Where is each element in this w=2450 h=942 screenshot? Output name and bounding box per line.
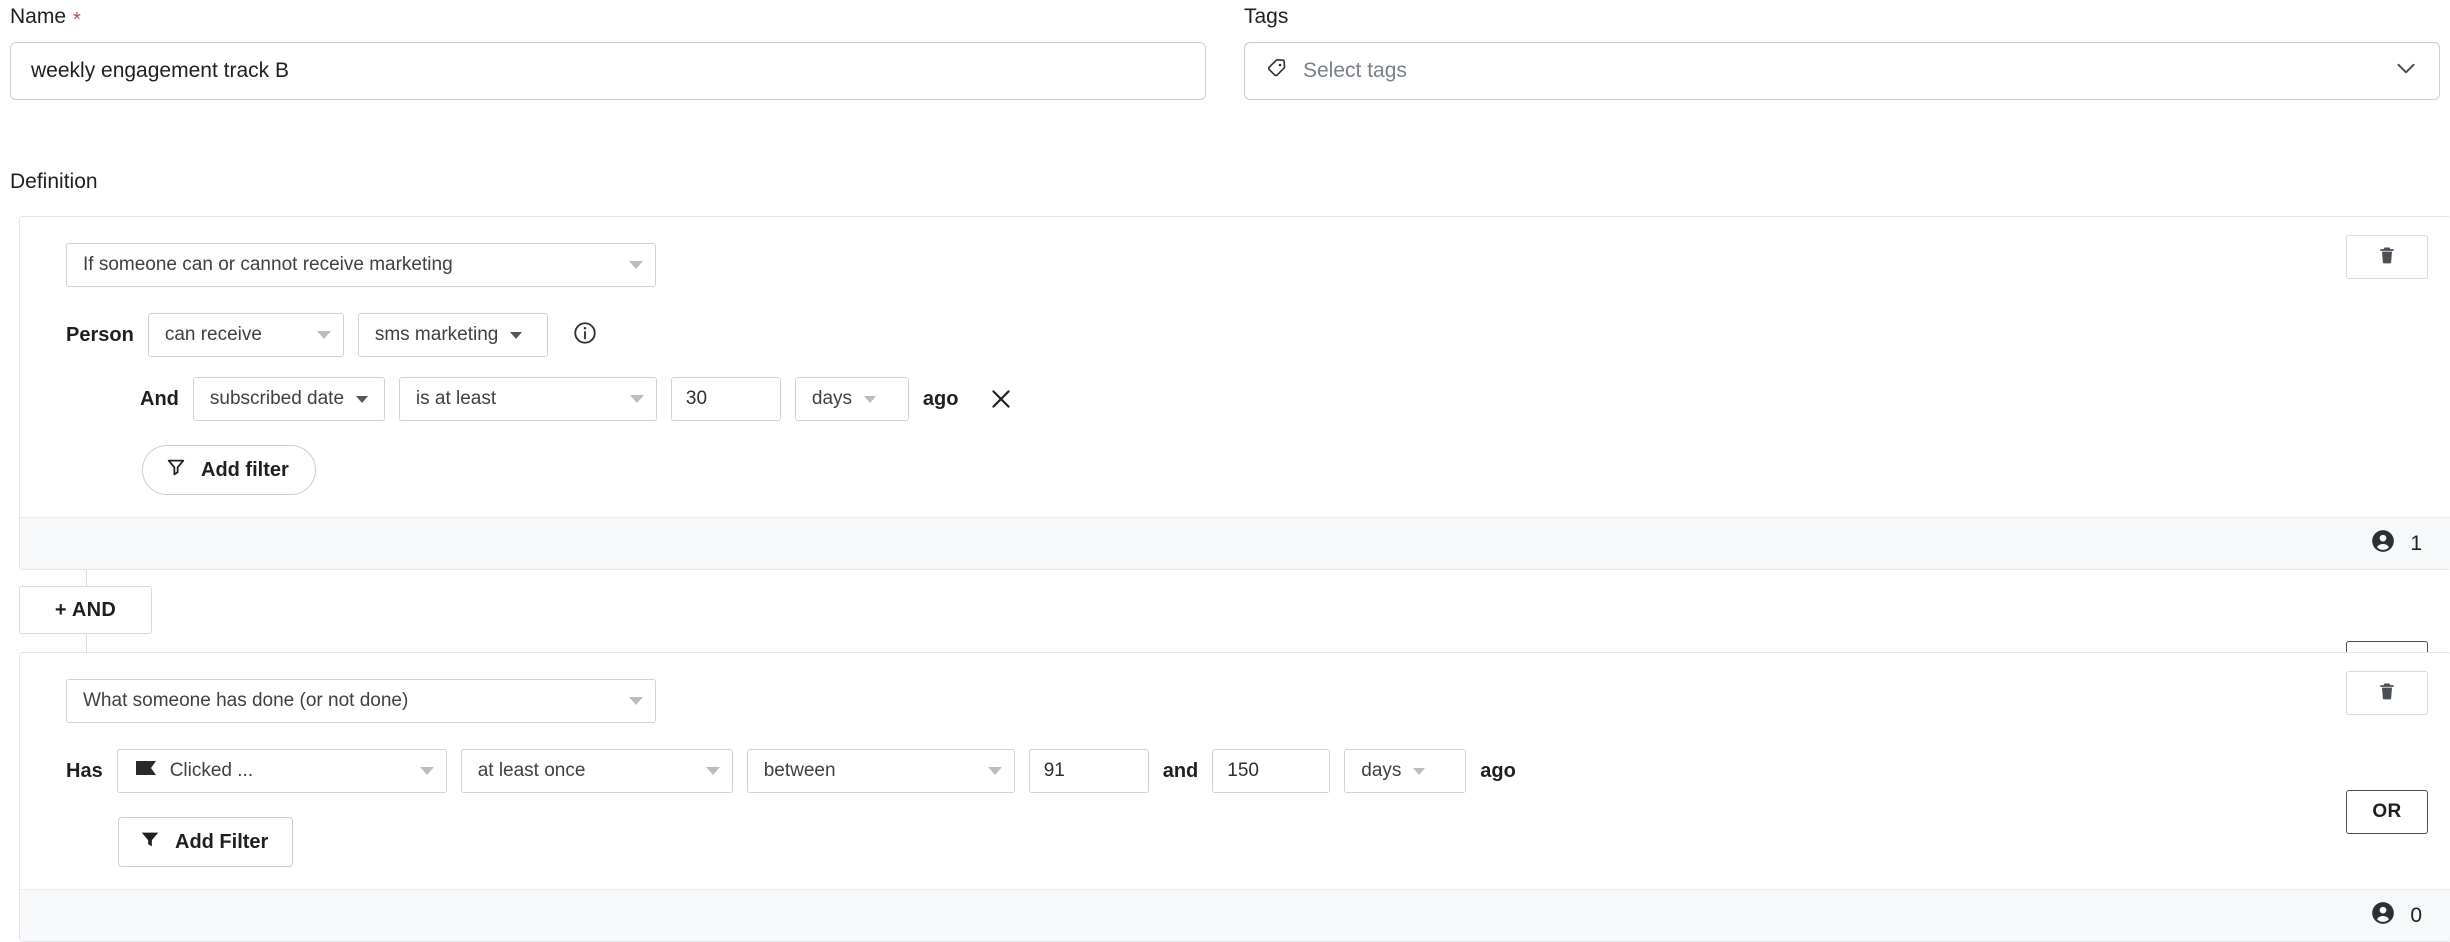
match-count-2: 0 [2410, 904, 2422, 928]
date-attribute-select[interactable]: subscribed date [193, 377, 385, 421]
timeframe-end-input[interactable]: 150 [1212, 749, 1330, 793]
filter-row-has-done: Has Clicked ... at least once between [66, 749, 2450, 793]
timeframe-start-input[interactable]: 91 [1029, 749, 1149, 793]
filter-solid-icon [139, 828, 161, 856]
timeframe-start-value: 91 [1044, 760, 1065, 782]
ago-label: ago [923, 388, 959, 411]
match-count-bar-1: 1 [20, 517, 2450, 569]
definition-label: Definition [10, 170, 2440, 194]
tags-placeholder: Select tags [1303, 59, 2379, 83]
channel-select[interactable]: sms marketing [358, 313, 548, 357]
date-unit-select[interactable]: days [795, 377, 909, 421]
info-icon[interactable] [572, 320, 598, 351]
match-count-bar-2: 0 [20, 889, 2450, 941]
row-lead-label-has: Has [66, 760, 103, 783]
filter-outline-icon [165, 456, 187, 484]
row-lead-label-and: And [140, 388, 179, 411]
timeframe-unit-value: days [1361, 760, 1401, 782]
delete-condition-button-2[interactable] [2346, 671, 2428, 715]
condition-type-value-1: If someone can or cannot receive marketi… [83, 254, 629, 276]
ago-label-2: ago [1480, 760, 1516, 783]
condition-type-value-2: What someone has done (or not done) [83, 690, 629, 712]
event-flag-icon [134, 758, 158, 784]
chevron-down-icon [356, 396, 368, 403]
remove-filter-button[interactable] [988, 386, 1014, 412]
date-value-input[interactable]: 30 [671, 377, 781, 421]
filter-row-person: Person can receive sms marketing [66, 313, 2450, 357]
timeframe-unit-select[interactable]: days [1344, 749, 1466, 793]
chevron-down-icon [317, 331, 331, 339]
or-label-2: OR [2372, 801, 2401, 823]
trash-icon [2377, 681, 2397, 706]
or-button-2[interactable]: OR [2346, 790, 2428, 834]
add-and-group-button[interactable]: + AND [19, 586, 152, 634]
can-receive-select[interactable]: can receive [148, 313, 344, 357]
name-field-group: Name * weekly engagement track B [10, 4, 1206, 100]
event-value: Clicked ... [170, 760, 408, 782]
can-receive-value: can receive [165, 324, 305, 346]
person-icon [2370, 900, 2396, 931]
channel-value: sms marketing [375, 324, 499, 346]
chevron-down-icon [864, 396, 876, 403]
chevron-down-icon [420, 767, 434, 775]
name-label-text: Name [10, 4, 66, 30]
name-input[interactable]: weekly engagement track B [10, 42, 1206, 100]
timeframe-end-value: 150 [1227, 760, 1259, 782]
and-label: and [1163, 760, 1199, 783]
chevron-down-icon [706, 767, 720, 775]
form-top-row: Name * weekly engagement track B Tags Se… [10, 0, 2440, 100]
timeframe-operator-value: between [764, 760, 976, 782]
delete-condition-button-1[interactable] [2346, 235, 2428, 279]
chevron-down-icon [629, 261, 643, 269]
date-operator-select[interactable]: is at least [399, 377, 657, 421]
condition-block-1: If someone can or cannot receive marketi… [19, 216, 2450, 570]
chevron-down-icon [1413, 768, 1425, 775]
date-attribute-value: subscribed date [210, 388, 344, 410]
person-icon [2370, 528, 2396, 559]
name-input-value: weekly engagement track B [31, 59, 289, 83]
segment-builder-page: Name * weekly engagement track B Tags Se… [0, 0, 2450, 942]
trash-icon [2377, 245, 2397, 270]
condition-block-2: What someone has done (or not done) Has [19, 652, 2450, 942]
event-select[interactable]: Clicked ... [117, 749, 447, 793]
row-lead-label-person: Person [66, 324, 134, 347]
chevron-down-icon [630, 395, 644, 403]
chevron-down-icon [629, 697, 643, 705]
condition-block-2-body: What someone has done (or not done) Has [20, 653, 2450, 889]
add-and-label: + AND [55, 599, 116, 622]
condition-block-1-body: If someone can or cannot receive marketi… [20, 217, 2450, 517]
and-connector: + AND [19, 570, 2440, 652]
chevron-down-icon [510, 332, 522, 339]
match-count-1: 1 [2410, 532, 2422, 556]
filter-row-subscribed-date: And subscribed date is at least 30 days … [140, 377, 2450, 421]
timeframe-operator-select[interactable]: between [747, 749, 1015, 793]
tags-select[interactable]: Select tags [1244, 42, 2440, 100]
date-operator-value: is at least [416, 388, 618, 410]
add-filter-label-1: Add filter [201, 459, 289, 482]
tags-label-text: Tags [1244, 4, 1288, 30]
frequency-select[interactable]: at least once [461, 749, 733, 793]
tags-field-group: Tags Select tags [1244, 4, 2440, 100]
condition-type-select-1[interactable]: If someone can or cannot receive marketi… [66, 243, 656, 287]
chevron-down-icon [988, 767, 1002, 775]
frequency-value: at least once [478, 760, 694, 782]
date-unit-value: days [812, 388, 852, 410]
tags-label: Tags [1244, 4, 2440, 30]
tag-icon [1265, 56, 1289, 86]
date-value-text: 30 [686, 388, 707, 410]
add-filter-button-2[interactable]: Add Filter [118, 817, 293, 867]
condition-type-select-2[interactable]: What someone has done (or not done) [66, 679, 656, 723]
name-label: Name * [10, 4, 1206, 30]
add-filter-label-2: Add Filter [175, 831, 268, 854]
add-filter-button-1[interactable]: Add filter [142, 445, 316, 495]
required-asterisk: * [73, 13, 81, 27]
chevron-down-icon[interactable] [2393, 55, 2419, 87]
